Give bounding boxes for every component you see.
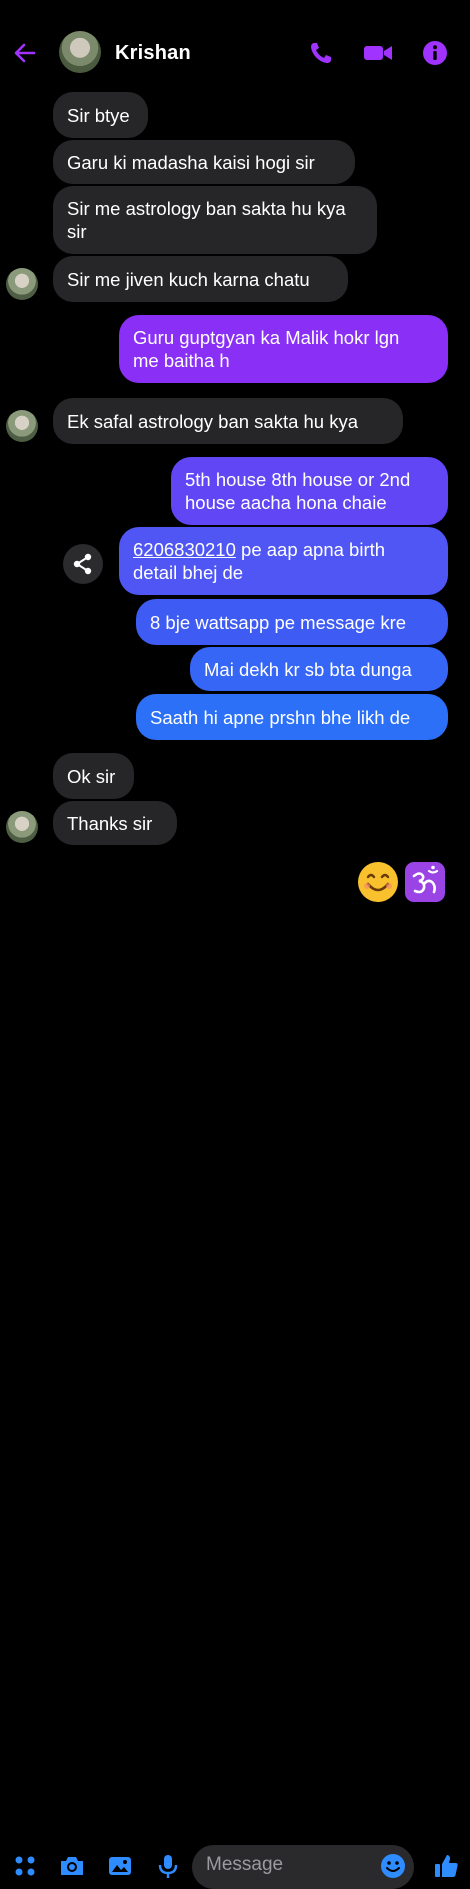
microphone-icon[interactable] <box>154 1852 182 1880</box>
incoming-message[interactable]: Thanks sir <box>53 801 177 845</box>
incoming-message[interactable]: Sir me jiven kuch karna chatu <box>53 256 348 302</box>
outgoing-message[interactable]: Guru guptgyan ka Malik hokr lgn me baith… <box>119 315 448 383</box>
smiling-face-emoji[interactable] <box>356 860 400 904</box>
phone-number-link[interactable]: 6206830210 <box>133 539 236 560</box>
emoji-icon[interactable] <box>379 1852 407 1880</box>
outgoing-message[interactable]: 8 bje wattsapp pe message kre <box>136 599 448 645</box>
outgoing-message[interactable]: 6206830210 pe aap apna birth detail bhej… <box>119 527 448 595</box>
camera-icon[interactable] <box>58 1852 86 1880</box>
outgoing-message[interactable]: Mai dekh kr sb bta dunga <box>190 647 448 691</box>
message-list[interactable]: Sir btye Garu ki madasha kaisi hogi sir … <box>0 0 470 981</box>
message-composer: Message <box>0 918 470 1889</box>
outgoing-message[interactable]: Saath hi apne prshn bhe likh de <box>136 694 448 740</box>
share-button[interactable] <box>63 544 103 584</box>
sender-avatar[interactable] <box>6 410 38 442</box>
incoming-message[interactable]: Ok sir <box>53 753 134 799</box>
sender-avatar[interactable] <box>6 811 38 843</box>
thumbs-up-icon[interactable] <box>432 1852 460 1880</box>
incoming-message[interactable]: Sir me astrology ban sakta hu kya sir <box>53 186 377 254</box>
incoming-message[interactable]: Sir btye <box>53 92 148 138</box>
outgoing-message[interactable]: 5th house 8th house or 2nd house aacha h… <box>171 457 448 525</box>
message-placeholder: Message <box>206 1854 284 1875</box>
incoming-message[interactable]: Garu ki madasha kaisi hogi sir <box>53 140 355 184</box>
incoming-message[interactable]: Ek safal astrology ban sakta hu kya <box>53 398 403 444</box>
menu-dots-icon[interactable] <box>11 1852 39 1880</box>
om-symbol-emoji[interactable] <box>403 860 447 904</box>
gallery-icon[interactable] <box>106 1852 134 1880</box>
sender-avatar[interactable] <box>6 268 38 300</box>
share-icon <box>73 553 92 575</box>
